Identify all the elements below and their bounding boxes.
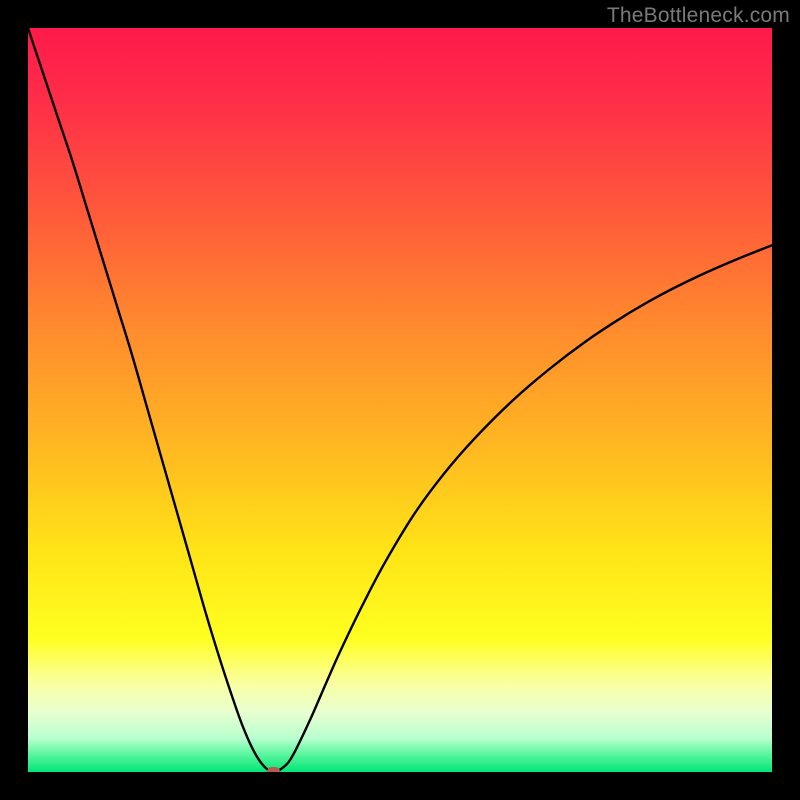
bottleneck-curve bbox=[28, 28, 772, 772]
curve-layer bbox=[28, 28, 772, 772]
watermark-text: TheBottleneck.com bbox=[607, 4, 790, 28]
chart-frame: TheBottleneck.com bbox=[0, 0, 800, 800]
optimal-point-marker bbox=[267, 767, 280, 772]
plot-area bbox=[28, 28, 772, 772]
